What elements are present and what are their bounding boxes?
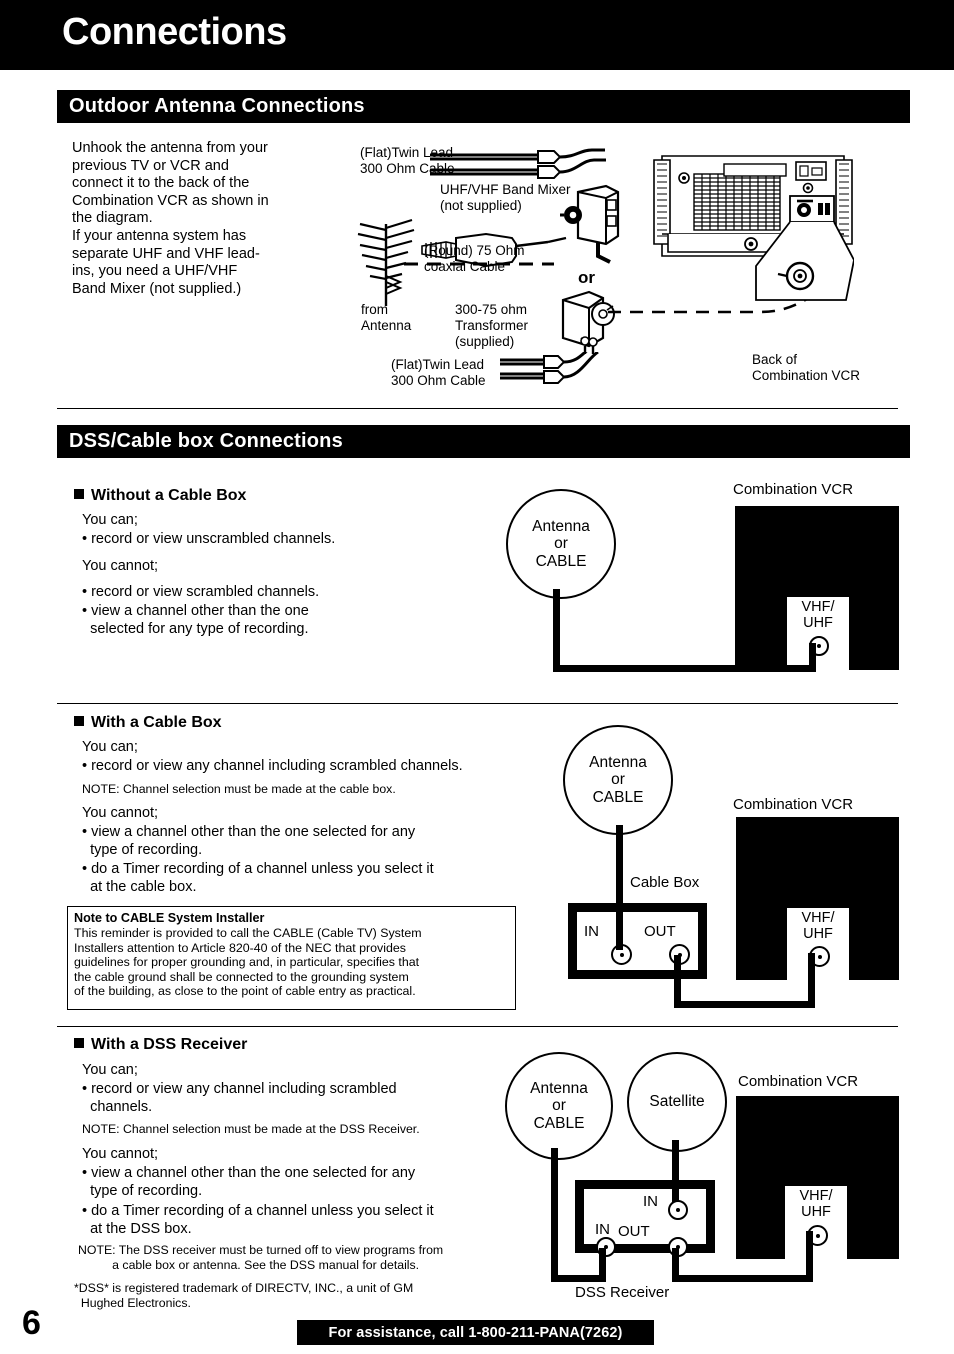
dss-receiver-in-top-connector [668,1200,688,1220]
with-dss-can-label: You can; [82,1062,138,1078]
label-twin-lead-top: (Flat)Twin Lead 300 Ohm Cable [360,145,455,176]
with-dss-cannot-item-0: • view a channel other than the one sele… [82,1165,416,1199]
without-cable-box-cannot-item-0: • record or view scrambled channels. [82,584,320,600]
antenna-or-cable-label-1: Antenna or CABLE [532,517,590,570]
combination-vcr-label-3: Combination VCR [738,1073,859,1090]
antenna-or-cable-source-3: Antenna or CABLE [505,1052,613,1160]
cable-box-out-label: OUT [644,923,676,940]
divider-above-dss-receiver [57,1026,898,1027]
cable-box-label: Cable Box [630,874,700,891]
label-back-of-combination-vcr: Back of Combination VCR [752,352,861,383]
subheading-with-dss-receiver-label: With a DSS Receiver [91,1036,248,1053]
subheading-with-dss-receiver: With a DSS Receiver [74,1036,247,1054]
assistance-footer-bar: For assistance, call 1-800-211-PANA(7262… [297,1320,654,1345]
antenna-or-cable-label-2: Antenna or CABLE [589,753,647,806]
dss-receiver-label: DSS Receiver [575,1284,670,1301]
page-title: Connections [62,11,287,53]
wire-source-to-dss-in [551,1275,605,1282]
wire-source-to-cable-box [616,825,623,950]
bullet-square-icon [74,716,84,726]
dss-trademark-note: *DSS* is registered trademark of DIRECTV… [74,1281,414,1311]
dss-receiver-in-left-label: IN [595,1221,610,1238]
bullet-square-icon [74,1038,84,1048]
wire-horizontal-1 [553,665,816,672]
outdoor-antenna-body-text: Unhook the antenna from your previous TV… [72,140,269,297]
cable-installer-note-box: Note to CABLE System Installer This remi… [67,906,516,1010]
antenna-or-cable-source-2: Antenna or CABLE [563,725,673,835]
cable-installer-note-title: Note to CABLE System Installer [74,911,265,925]
section-header-outdoor-antenna: Outdoor Antenna Connections [57,90,910,123]
dss-receiver-out-label: OUT [618,1223,650,1240]
with-dss-cannot-label: You cannot; [82,1146,159,1162]
without-cable-box-cannot-label: You cannot; [82,558,159,574]
cable-installer-note-body: This reminder is provided to call the CA… [74,926,422,999]
label-transformer: 300-75 ohm Transformer (supplied) [455,302,529,349]
with-dss-note: NOTE: Channel selection must be made at … [82,1122,420,1136]
without-cable-box-can-item-0: • record or view unscrambled channels. [82,531,336,547]
vcr-vhf-uhf-jack-1: VHF/ UHF [787,597,849,670]
wire-vcr-jack-down-3 [806,1231,813,1282]
page-title-band: Connections [0,0,954,70]
cable-box-in-label: IN [584,923,599,940]
wire-vcr-jack-down-2 [808,953,815,1008]
wire-source-down-1 [553,589,560,671]
label-band-mixer: UHF/VHF Band Mixer (not supplied) [440,182,571,213]
dss-receiver-in-top-label: IN [643,1193,658,1210]
subheading-without-cable-box-label: Without a Cable Box [91,487,247,504]
coax-dashed-line [404,262,554,266]
section-header-dss-cable-box: DSS/Cable box Connections [57,425,910,458]
page-number: 6 [22,1304,41,1342]
with-cable-box-cannot-label: You cannot; [82,805,159,821]
twin-lead-wire-bottom-icon [500,352,599,384]
wire-satellite-to-dss-in [672,1140,679,1202]
antenna-or-cable-source-1: Antenna or CABLE [506,489,616,599]
wire-cable-box-to-vcr [674,1001,815,1008]
with-cable-box-can-label: You can; [82,739,138,755]
without-cable-box-cannot-item-1: • view a channel other than the one sele… [82,603,309,637]
antenna-or-cable-label-3: Antenna or CABLE [530,1079,588,1132]
with-dss-cannot-item-1: • do a Timer recording of a channel unle… [82,1203,434,1237]
vcr-vhf-uhf-jack-label-1: VHF/ UHF [801,599,835,631]
wire-to-vcr-1 [809,643,816,671]
vcr-vhf-uhf-jack-label-2: VHF/ UHF [801,910,835,942]
satellite-source: Satellite [627,1052,727,1152]
combination-vcr-label-2: Combination VCR [733,796,854,813]
wire-source-down-3 [551,1148,558,1281]
without-cable-box-can-label: You can; [82,512,138,528]
cable-box-body [568,903,707,979]
label-or: or [578,268,595,287]
vcr-vhf-uhf-jack-2: VHF/ UHF [787,908,849,980]
subheading-with-cable-box-label: With a Cable Box [91,714,222,731]
divider-above-dss-section [57,408,898,409]
with-cable-box-cannot-item-0: • view a channel other than the one sele… [82,824,416,858]
with-cable-box-can-item-0: • record or view any channel including s… [82,758,463,774]
combination-vcr-label-1: Combination VCR [733,481,854,498]
satellite-label: Satellite [649,1093,705,1111]
vcr-rear-panel-icon [653,155,854,301]
divider-above-with-cable-box [57,703,898,704]
wire-dss-to-vcr [672,1275,812,1282]
with-cable-box-note: NOTE: Channel selection must be made at … [82,782,396,796]
vcr-vhf-uhf-jack-3: VHF/ UHF [785,1186,847,1259]
subheading-with-cable-box: With a Cable Box [74,714,222,732]
manual-page: Connections Outdoor Antenna Connections … [0,0,954,1354]
label-from-antenna: from Antenna [361,302,412,333]
label-twin-lead-bottom: (Flat)Twin Lead 300 Ohm Cable [391,357,486,388]
subheading-without-cable-box: Without a Cable Box [74,487,246,505]
bullet-square-icon [74,489,84,499]
wire-dss-in-left-up [599,1248,606,1282]
with-dss-can-item-0: • record or view any channel including s… [82,1081,397,1115]
with-dss-note2: NOTE: The DSS receiver must be turned of… [78,1243,444,1273]
with-cable-box-cannot-item-1: • do a Timer recording of a channel unle… [82,861,434,895]
vcr-vhf-uhf-jack-label-3: VHF/ UHF [799,1188,833,1220]
